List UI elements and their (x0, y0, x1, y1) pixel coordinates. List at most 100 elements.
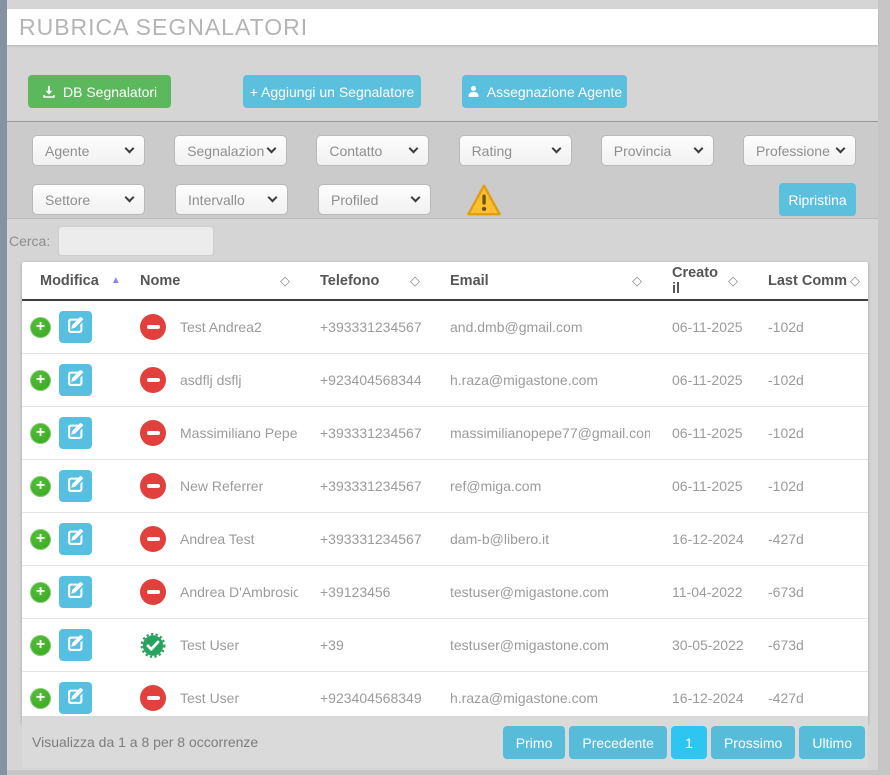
add-row-icon[interactable]: + (30, 317, 51, 338)
pencil-square-icon (67, 688, 84, 708)
filter-select-agente[interactable]: Agente (32, 135, 145, 166)
page-title: RUBRICA SEGNALATORI (19, 14, 308, 41)
table-row: + Massimiliano Pepe +393331234567 massim… (22, 407, 868, 460)
created-date-cell: 06-11-2025 (650, 425, 746, 441)
warning-triangle-icon (466, 184, 502, 216)
created-date-cell: 06-11-2025 (650, 372, 746, 388)
table-row: + New Referrer +393331234567 ref@miga.co… (22, 460, 868, 513)
phone-cell: +923404568344 (298, 372, 428, 388)
filter-select-label: Segnalazion (187, 143, 264, 159)
created-date-cell: 16-12-2024 (650, 690, 746, 706)
pencil-square-icon (67, 317, 84, 337)
pagination-precedente[interactable]: Precedente (569, 726, 667, 759)
column-header-creato-il[interactable]: Creato il◇ (650, 262, 746, 300)
phone-cell: +393331234567 (298, 478, 428, 494)
pagination-ultimo[interactable]: Ultimo (799, 726, 865, 759)
email-cell: testuser@migastone.com (428, 584, 650, 600)
referrer-name: Test User (180, 690, 239, 706)
add-row-icon[interactable]: + (30, 635, 51, 656)
filter-select-contatto[interactable]: Contatto (316, 135, 429, 166)
last-comm-cell: -102d (746, 319, 868, 335)
page-header: RUBRICA SEGNALATORI (7, 9, 878, 45)
column-label: Modifica (40, 273, 99, 289)
created-date-cell: 06-11-2025 (650, 478, 746, 494)
chevron-down-icon (835, 144, 845, 154)
edit-button[interactable] (59, 523, 92, 555)
search-input[interactable] (58, 226, 214, 256)
filter-select-segnalazion[interactable]: Segnalazion (174, 135, 287, 166)
last-comm-cell: -102d (746, 425, 868, 441)
referrer-name: Test User (180, 637, 239, 653)
add-row-icon[interactable]: + (30, 582, 51, 603)
table-row: + Andrea Test +393331234567 dam-b@libero… (22, 513, 868, 566)
column-header-modifica[interactable]: Modifica ▲ (22, 262, 118, 300)
column-header-email[interactable]: Email◇ (428, 262, 650, 300)
pagination-prossimo[interactable]: Prossimo (711, 726, 795, 759)
db-segnalatori-button[interactable]: DB Segnalatori (28, 75, 171, 108)
aggiungi-segnalatore-button[interactable]: + Aggiungi un Segnalatore (243, 75, 421, 108)
filter-select-professione[interactable]: Professione (743, 135, 856, 166)
add-row-icon[interactable]: + (30, 688, 51, 709)
chevron-down-icon (409, 144, 419, 154)
table-header-row: Modifica▲Nome◇Telefono◇Email◇Creato il◇L… (22, 262, 868, 300)
toolbar: DB Segnalatori + Aggiungi un Segnalatore… (28, 75, 857, 108)
column-header-last-comm[interactable]: Last Comm◇ (746, 262, 868, 300)
pagination-1[interactable]: 1 (671, 726, 707, 759)
status-blocked-icon (140, 367, 166, 393)
edit-button[interactable] (59, 576, 92, 608)
pencil-square-icon (67, 635, 84, 655)
phone-cell: +39 (298, 637, 428, 653)
filter-select-label: Contatto (329, 143, 382, 159)
filter-select-label: Agente (45, 143, 89, 159)
ripristina-button[interactable]: Ripristina (779, 183, 856, 216)
column-header-telefono[interactable]: Telefono◇ (298, 262, 428, 300)
referrer-name: New Referrer (180, 478, 263, 494)
phone-cell: +39123456 (298, 584, 428, 600)
referrer-name: Andrea D'Ambrosio (180, 584, 298, 600)
table-row: + Test Andrea2 +393331234567 and.dmb@gma… (22, 300, 868, 354)
column-label: Creato il (672, 265, 728, 297)
phone-cell: +393331234567 (298, 425, 428, 441)
search-row: Cerca: (7, 220, 878, 262)
status-verified-icon (140, 632, 166, 658)
filter-select-rating[interactable]: Rating (459, 135, 572, 166)
pagination: PrimoPrecedente1ProssimoUltimo (503, 726, 865, 759)
sort-icon: ◇ (728, 273, 738, 289)
email-cell: testuser@migastone.com (428, 637, 650, 653)
edit-button[interactable] (59, 629, 92, 661)
aggiungi-segnalatore-label: + Aggiungi un Segnalatore (250, 84, 415, 100)
filter-select-settore[interactable]: Settore (32, 184, 145, 215)
edit-button[interactable] (59, 364, 92, 396)
filter-select-label: Professione (756, 143, 830, 159)
table-footer: Visualizza da 1 a 8 per 8 occorrenze Pri… (22, 716, 868, 768)
status-blocked-icon (140, 579, 166, 605)
table-row: + asdflj dsflj +923404568344 h.raza@miga… (22, 354, 868, 407)
sort-icon: ◇ (280, 273, 290, 289)
filter-select-profiled[interactable]: Profiled (318, 184, 431, 215)
created-date-cell: 30-05-2022 (650, 637, 746, 653)
sidebar-edge-strip (0, 0, 7, 775)
add-row-icon[interactable]: + (30, 370, 51, 391)
filter-select-label: Rating (472, 143, 512, 159)
column-header-nome[interactable]: Nome◇ (118, 262, 298, 300)
search-label: Cerca: (9, 233, 50, 249)
add-row-icon[interactable]: + (30, 529, 51, 550)
edit-button[interactable] (59, 470, 92, 502)
pagination-primo[interactable]: Primo (503, 726, 566, 759)
filter-select-intervallo[interactable]: Intervallo (175, 184, 288, 215)
sort-ascending-icon: ▲ (111, 275, 121, 286)
phone-cell: +393331234567 (298, 319, 428, 335)
status-blocked-icon (140, 420, 166, 446)
edit-button[interactable] (59, 417, 92, 449)
referrer-name: Test Andrea2 (180, 319, 262, 335)
chevron-down-icon (411, 193, 421, 203)
phone-cell: +923404568349 (298, 690, 428, 706)
pencil-square-icon (67, 423, 84, 443)
edit-button[interactable] (59, 311, 92, 343)
filter-select-provincia[interactable]: Provincia (601, 135, 714, 166)
edit-button[interactable] (59, 682, 92, 714)
add-row-icon[interactable]: + (30, 423, 51, 444)
status-blocked-icon (140, 473, 166, 499)
add-row-icon[interactable]: + (30, 476, 51, 497)
assegnazione-agente-button[interactable]: Assegnazione Agente (462, 75, 627, 108)
